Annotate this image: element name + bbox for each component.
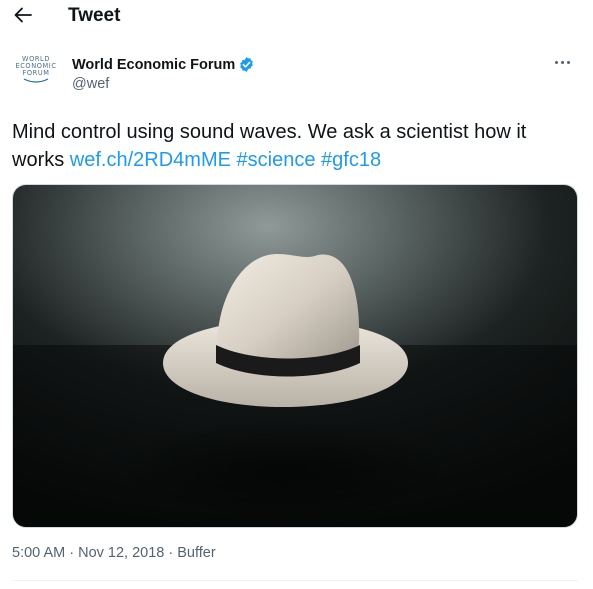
more-horizontal-icon-dot — [560, 60, 564, 64]
tweet-date[interactable]: Nov 12, 2018 — [78, 545, 164, 561]
hashtag-science[interactable]: #science — [237, 149, 316, 171]
top-bar: Tweet — [0, 0, 593, 32]
logo-arc-icon — [23, 78, 49, 83]
verified-badge-icon — [238, 56, 255, 73]
author-names: World Economic Forum @wef — [72, 56, 255, 92]
tweet-meta: 5:00 AM · Nov 12, 2018 · Buffer — [12, 545, 216, 561]
more-horizontal-icon-dot — [566, 60, 570, 64]
display-name[interactable]: World Economic Forum — [72, 57, 235, 73]
more-options-button[interactable] — [550, 52, 574, 72]
tweet-media-image[interactable] — [12, 184, 578, 528]
tweet-text: Mind control using sound waves. We ask a… — [12, 118, 582, 174]
avatar[interactable]: WORLD ECONOMIC FORUM — [12, 56, 60, 104]
author-handle[interactable]: @wef — [72, 76, 255, 92]
avatar-logo-line-3: FORUM — [22, 69, 50, 77]
hashtag-gfc18[interactable]: #gfc18 — [321, 149, 381, 171]
tweet-author: WORLD ECONOMIC FORUM World Economic Foru… — [12, 50, 582, 100]
tweet-link[interactable]: wef.ch/2RD4mME — [70, 149, 231, 171]
back-button[interactable] — [8, 0, 38, 30]
tweet-source[interactable]: Buffer — [177, 545, 215, 561]
page-title: Tweet — [68, 5, 121, 26]
name-line: World Economic Forum — [72, 56, 255, 73]
meta-separator: · — [164, 545, 178, 561]
tweet-time[interactable]: 5:00 AM — [12, 545, 65, 561]
hat-photo — [13, 185, 577, 527]
more-horizontal-icon — [554, 60, 558, 64]
arrow-left-icon — [14, 7, 32, 23]
meta-separator: · — [65, 545, 79, 561]
divider — [12, 580, 578, 581]
